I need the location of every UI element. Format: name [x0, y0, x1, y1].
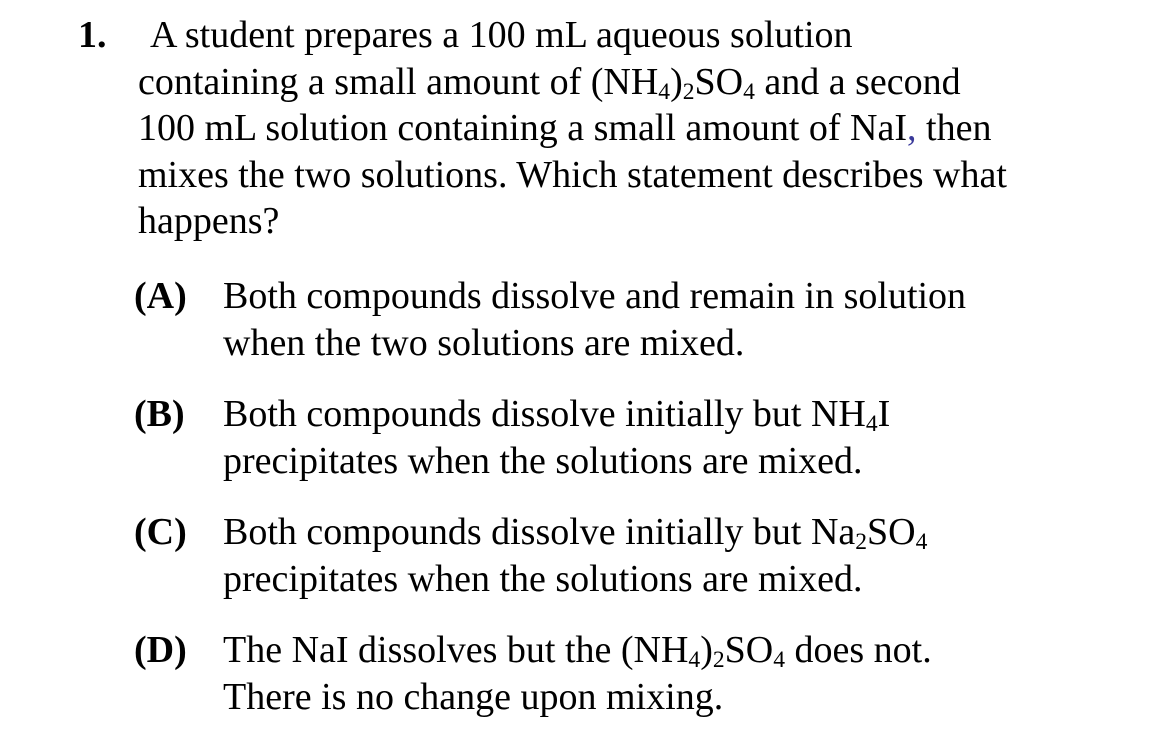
choice-letter-b: (B)	[134, 393, 185, 435]
stem-line-4: mixes the two solutions. Which statement…	[138, 153, 1007, 196]
subscript: 4	[743, 78, 755, 105]
choice-b-text: I	[877, 393, 891, 435]
choice-d-text: )	[700, 629, 713, 671]
choice-c-line-1: Both compounds dissolve initially but Na…	[223, 509, 1093, 556]
choice-a-line-1: Both compounds dissolve and remain in so…	[223, 275, 967, 317]
subscript: 4	[688, 647, 701, 674]
choice-letter-d: (D)	[134, 629, 187, 671]
stem-line-2-text: containing a small amount of (NH	[138, 60, 659, 103]
stem-line-2-text: SO	[694, 60, 744, 103]
choice-b-text: Both compounds dissolve initially but NH	[223, 393, 866, 435]
stem-line-1: A student prepares a 100 mL aqueous solu…	[150, 14, 853, 56]
subscript: 2	[712, 647, 725, 674]
stem-line-5: happens?	[138, 200, 280, 242]
question-number: 1.	[78, 14, 107, 56]
choice-c-text: SO	[867, 511, 916, 553]
choice-text-d: The NaI dissolves but the (NH4)2SO4 does…	[223, 627, 1093, 720]
choice-d-text: SO	[724, 629, 774, 671]
choice-a-line-2: when the two solutions are mixed.	[223, 321, 745, 364]
subscript: 4	[865, 411, 878, 438]
subscript: 2	[855, 529, 868, 556]
choice-text-b: Both compounds dissolve initially but NH…	[223, 391, 1093, 484]
choice-letter-c: (C)	[134, 511, 187, 553]
choice-text-a: Both compounds dissolve and remain in so…	[223, 273, 1093, 366]
choice-d-line-2: There is no change upon mixing.	[223, 675, 724, 718]
question-stem: A student prepares a 100 mL aqueous solu…	[138, 12, 1128, 245]
stem-comma: ,	[907, 107, 917, 149]
subscript: 4	[773, 647, 785, 674]
stem-line-3-text: then	[916, 107, 992, 149]
stem-line-3-text: 100 mL solution containing a small amoun…	[138, 107, 908, 149]
choice-d-text: does not.	[785, 629, 932, 671]
choice-letter-a: (A)	[134, 275, 187, 317]
stem-line-2: containing a small amount of (NH4)2SO4 a…	[138, 59, 1128, 106]
subscript: 4	[915, 529, 928, 556]
choice-text-c: Both compounds dissolve initially but Na…	[223, 509, 1093, 602]
choice-c-line-2: precipitates when the solutions are mixe…	[223, 557, 863, 600]
choice-d-text: The NaI dissolves but the (NH	[223, 629, 689, 671]
choice-b-line-2: precipitates when the solutions are mixe…	[223, 439, 863, 482]
choice-c-text: Both compounds dissolve initially but Na	[223, 511, 856, 553]
stem-line-2-text: and a second	[754, 60, 961, 103]
subscript: 2	[682, 78, 695, 105]
stem-line-3: 100 mL solution containing a small amoun…	[138, 105, 1128, 152]
question-page: 1. A student prepares a 100 mL aqueous s…	[0, 0, 1155, 752]
subscript: 4	[658, 78, 671, 105]
choice-b-line-1: Both compounds dissolve initially but NH…	[223, 391, 1093, 438]
choice-d-line-1: The NaI dissolves but the (NH4)2SO4 does…	[223, 627, 1093, 674]
stem-line-2-text: )	[670, 60, 683, 103]
